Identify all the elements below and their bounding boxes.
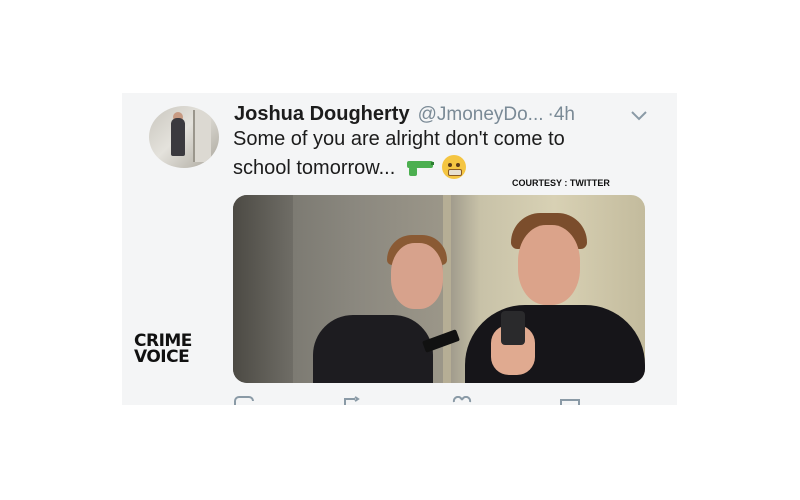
display-name[interactable]: Joshua Dougherty [234, 103, 410, 126]
tweet-time[interactable]: 4h [554, 104, 575, 126]
photo-wall [233, 195, 293, 383]
reply-icon[interactable] [233, 396, 255, 405]
retweet-icon[interactable] [341, 396, 363, 405]
chevron-down-icon[interactable] [630, 109, 648, 123]
grimacing-face-icon [442, 155, 467, 179]
user-handle[interactable]: @JmoneyDo... [418, 104, 544, 126]
tweet-actions [233, 396, 593, 405]
watermark-line2: VOICE [134, 347, 190, 367]
tweet-card[interactable]: Joshua Dougherty @JmoneyDo... · 4h Some … [122, 93, 677, 405]
avatar-figure [171, 118, 185, 156]
share-icon[interactable] [559, 396, 581, 405]
tweet-text: Some of you are alright don't come to sc… [233, 125, 653, 183]
courtesy-caption: COURTESY : TWITTER [512, 178, 610, 188]
photo-gun [422, 329, 460, 353]
photo-person2-head [518, 225, 580, 305]
like-icon[interactable] [451, 396, 473, 405]
avatar-door [193, 110, 211, 162]
photo-door-frame [443, 195, 451, 383]
crime-voice-logo: CRIME VOICE [134, 333, 202, 367]
tweet-text-line1: Some of you are alright don't come to [233, 128, 565, 150]
water-pistol-icon [406, 161, 434, 176]
photo-phone [501, 311, 525, 345]
photo-person1-head [391, 243, 443, 309]
tweet-text-line2: school tomorrow... [233, 157, 396, 179]
tweet-photo[interactable] [233, 195, 645, 383]
avatar[interactable] [149, 106, 219, 168]
photo-person1-body [313, 315, 433, 383]
